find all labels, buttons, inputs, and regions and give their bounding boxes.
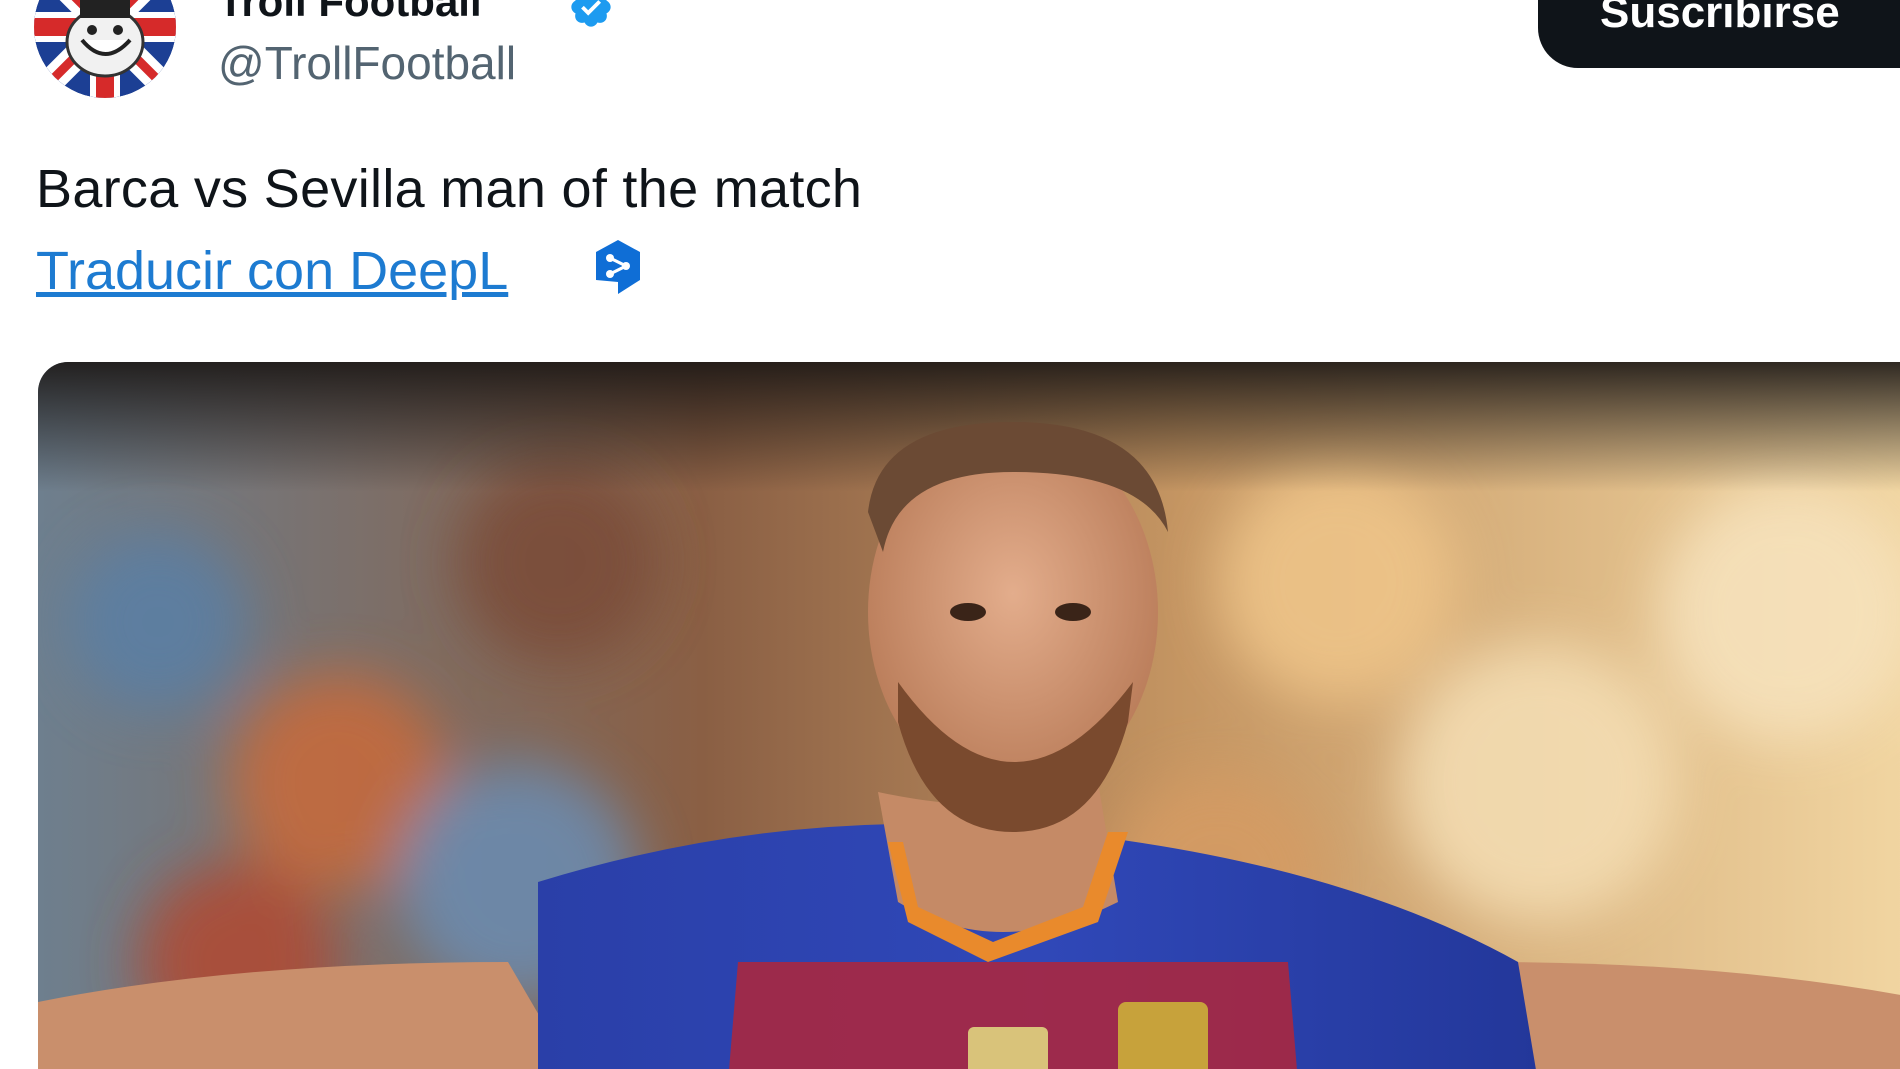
display-name[interactable]: Troll Football <box>218 0 482 26</box>
tweet-media-image[interactable] <box>38 362 1900 1069</box>
verified-badge-icon <box>571 0 611 27</box>
subscribe-button[interactable]: Suscribirse <box>1538 0 1900 68</box>
tweet-card: Troll Football @TrollFootball Suscribirs… <box>0 0 1900 1069</box>
user-handle[interactable]: @TrollFootball <box>218 36 516 90</box>
avatar[interactable] <box>34 0 176 98</box>
translate-with-deepl-link[interactable]: Traducir con DeepL <box>36 240 508 302</box>
union-jack-troll-avatar-icon <box>34 0 176 98</box>
deepl-icon <box>596 240 640 294</box>
tweet-text: Barca vs Sevilla man of the match <box>36 159 863 219</box>
football-player-photo <box>38 362 1900 1069</box>
